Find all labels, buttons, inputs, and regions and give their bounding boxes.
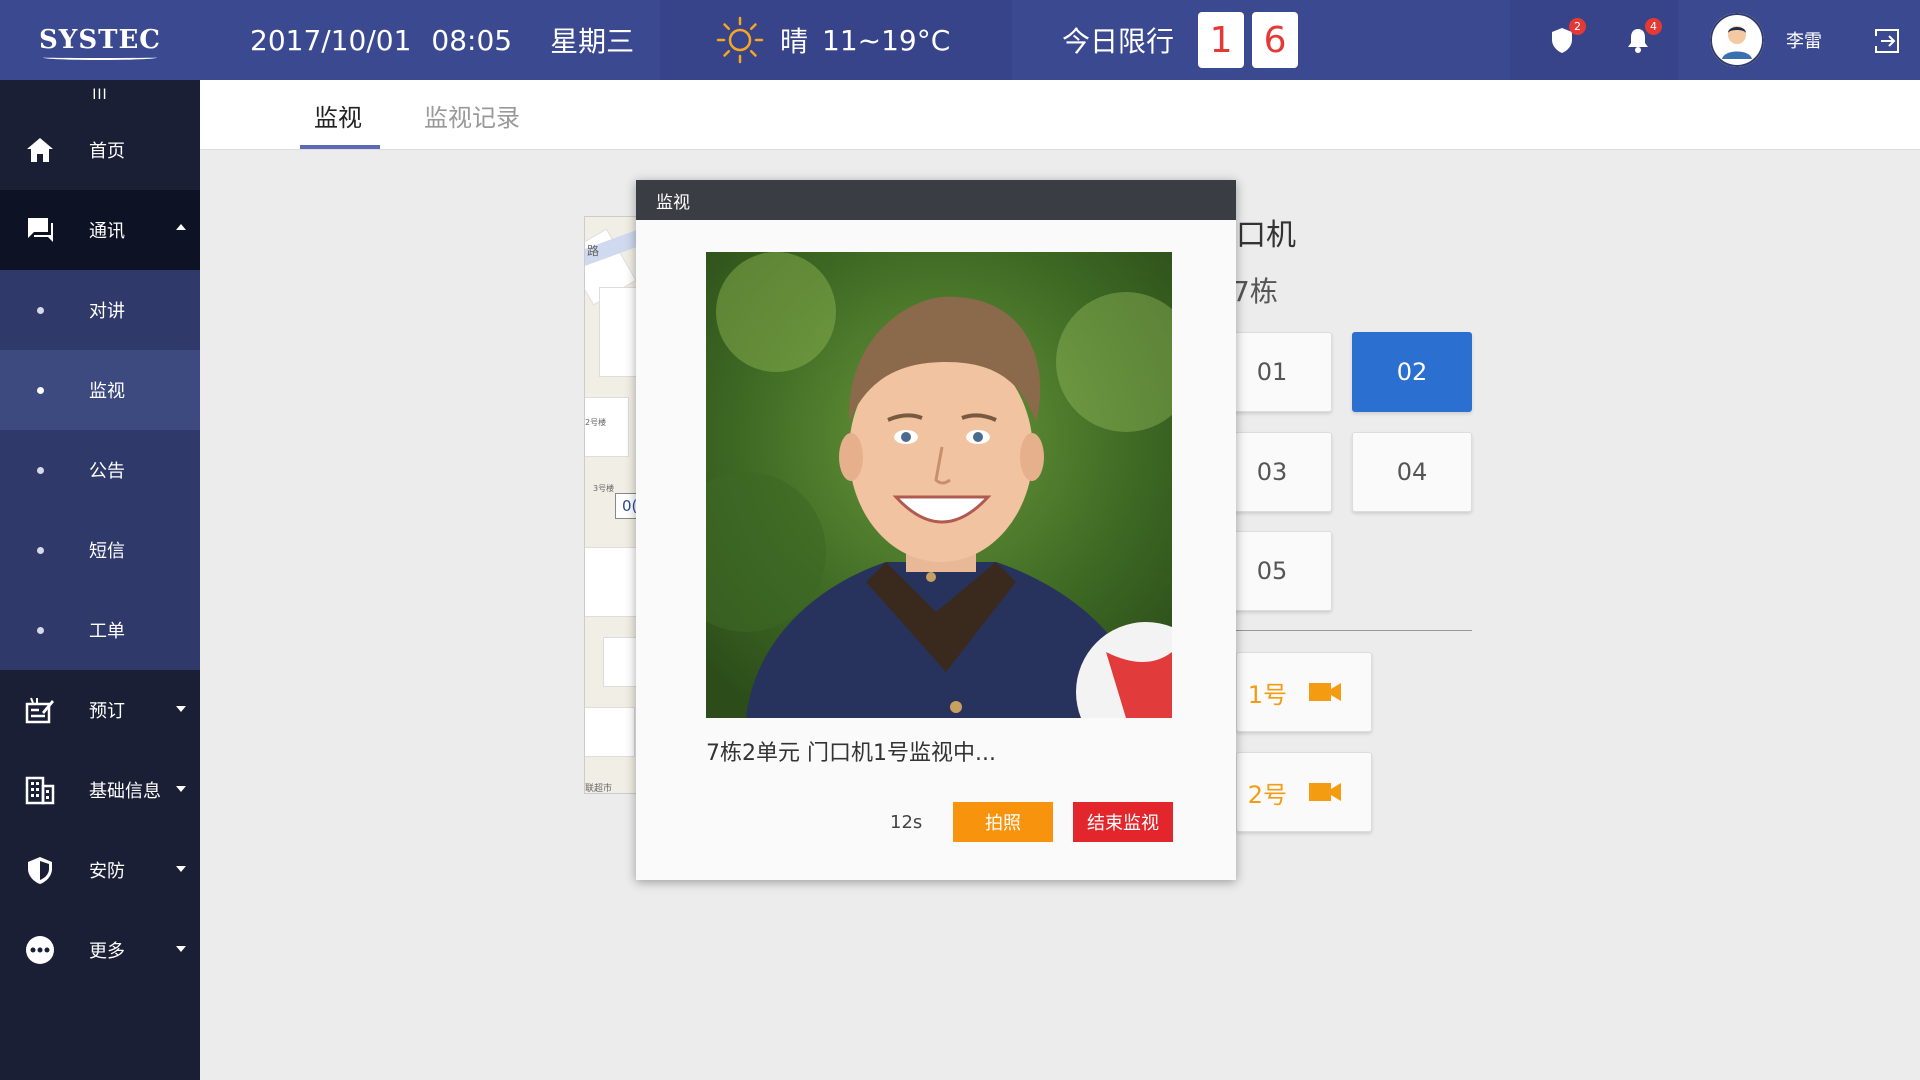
- user-avatar-icon: [1710, 13, 1764, 67]
- limit-digit: 6: [1252, 12, 1299, 68]
- map-footer-label: 联超市: [585, 784, 613, 794]
- monitor-timer: 12s: [890, 812, 923, 833]
- user-area: 李雷: [1678, 0, 1920, 80]
- building-subtitle: 7栋: [1232, 275, 1278, 308]
- monitor-status: 7栋2单元 门口机1号监视中...: [706, 741, 996, 766]
- sun-icon: [716, 16, 764, 64]
- sidebar-item-label: 短信: [89, 541, 125, 562]
- date: 2017/10/01: [250, 23, 412, 57]
- sidebar-item-label: 更多: [89, 941, 125, 962]
- bullet-icon: [37, 306, 44, 314]
- unit-button[interactable]: 02: [1352, 332, 1472, 412]
- sidebar-item-label: 通讯: [89, 221, 125, 242]
- time: 08:05: [431, 23, 513, 57]
- video-camera-icon: [1309, 783, 1341, 801]
- unit-button[interactable]: 04: [1352, 432, 1472, 512]
- dialog-title: 监视: [636, 180, 1236, 220]
- bullet-icon: [37, 466, 44, 474]
- bullet-icon: [37, 626, 44, 634]
- weather: 晴 11~19°C: [660, 0, 1012, 80]
- map-building: [585, 707, 635, 757]
- camera-button-2[interactable]: 2号: [1236, 752, 1372, 832]
- map-building: [599, 287, 639, 377]
- sidebar-item-sms[interactable]: 短信: [0, 510, 200, 590]
- sidebar-item-communication[interactable]: 通讯: [0, 190, 200, 270]
- temperature: 11~19°C: [822, 23, 951, 57]
- limit-digit: 1: [1198, 12, 1245, 68]
- logo: SYSTEC: [0, 0, 200, 80]
- device-title: 口机: [1236, 218, 1296, 253]
- alert-badge: 2: [1569, 18, 1586, 35]
- sidebar: III 首页 通讯 对讲 监视 公告 短信 工单 预订 基础信息 安防 更多: [0, 80, 200, 1080]
- bullet-icon: [37, 386, 44, 394]
- sidebar-item-label: 工单: [89, 621, 125, 642]
- building-icon: [25, 776, 55, 805]
- sidebar-item-monitor[interactable]: 监视: [0, 350, 200, 430]
- sidebar-item-security[interactable]: 安防: [0, 830, 200, 910]
- sidebar-item-announcement[interactable]: 公告: [0, 430, 200, 510]
- sidebar-item-label: 安防: [89, 861, 125, 882]
- chevron-down-icon: [176, 946, 186, 952]
- camera-button-1[interactable]: 1号: [1236, 652, 1372, 732]
- video-feed: [706, 252, 1172, 718]
- sidebar-item-label: 对讲: [89, 301, 125, 322]
- logo-text: SYSTEC: [39, 25, 161, 60]
- sidebar-item-label: 公告: [89, 461, 125, 482]
- username: 李雷: [1786, 31, 1822, 52]
- chevron-down-icon: [176, 706, 186, 712]
- sidebar-item-more[interactable]: 更多: [0, 910, 200, 990]
- chat-icon: [28, 218, 53, 242]
- map-panel[interactable]: 路 2号楼 3号楼 0( 联超市: [584, 216, 644, 794]
- tab-monitor-records[interactable]: 监视记录: [424, 80, 520, 150]
- weather-text: 晴: [780, 25, 809, 58]
- video-frame-image: [706, 252, 1172, 718]
- alert-button[interactable]: 2: [1544, 18, 1586, 58]
- sidebar-item-label: 监视: [89, 381, 125, 402]
- home-icon: [27, 138, 53, 162]
- notification-button[interactable]: 4: [1620, 18, 1662, 58]
- sidebar-item-workorder[interactable]: 工单: [0, 590, 200, 670]
- datetime: 2017/10/01 08:05 星期三: [200, 0, 660, 80]
- chevron-down-icon: [176, 866, 186, 872]
- camera-label: 1号: [1247, 680, 1287, 709]
- booking-icon: [25, 697, 54, 724]
- panel-divider: [1236, 630, 1472, 631]
- monitor-dialog: 监视 7栋2单元 门口机1号监视中... 12s 拍照 结束监视: [636, 180, 1236, 880]
- avatar[interactable]: [1710, 13, 1764, 67]
- sidebar-collapse-button[interactable]: III: [0, 80, 200, 110]
- logout-button[interactable]: [1872, 26, 1902, 56]
- sidebar-item-booking[interactable]: 预订: [0, 670, 200, 750]
- map-building-label: 2号楼: [585, 418, 607, 427]
- traffic-limit: 今日限行 1 6: [1012, 0, 1510, 80]
- shield-icon: [28, 857, 52, 884]
- more-icon: [26, 936, 54, 964]
- sidebar-item-label: 基础信息: [89, 781, 161, 802]
- map-building: [585, 547, 639, 617]
- header-icons: 2 4: [1510, 0, 1678, 80]
- camera-label: 2号: [1247, 780, 1287, 809]
- take-photo-button[interactable]: 拍照: [953, 802, 1053, 842]
- chevron-down-icon: [176, 786, 186, 792]
- notification-badge: 4: [1645, 18, 1662, 35]
- limit-label: 今日限行: [1062, 25, 1175, 58]
- sidebar-item-home[interactable]: 首页: [0, 110, 200, 190]
- top-header: SYSTEC 2017/10/01 08:05 星期三 晴 11~19°C 今日…: [0, 0, 1920, 80]
- logout-icon: [1874, 29, 1899, 53]
- stop-monitor-button[interactable]: 结束监视: [1073, 802, 1173, 842]
- map-road-label: 路: [587, 244, 600, 258]
- sidebar-item-label: 首页: [89, 141, 125, 162]
- video-camera-icon: [1309, 683, 1341, 701]
- weekday: 星期三: [550, 25, 635, 58]
- map-building-label: 3号楼: [593, 484, 615, 493]
- active-tab-indicator: [300, 145, 380, 149]
- tab-monitor[interactable]: 监视: [314, 80, 362, 150]
- chevron-up-icon: [176, 224, 186, 230]
- sidebar-item-label: 预订: [89, 701, 125, 722]
- sidebar-item-basic-info[interactable]: 基础信息: [0, 750, 200, 830]
- sidebar-subnav: 对讲 监视 公告 短信 工单: [0, 270, 200, 670]
- tab-bar: 监视 监视记录: [200, 80, 1920, 150]
- sidebar-item-intercom[interactable]: 对讲: [0, 270, 200, 350]
- bullet-icon: [37, 546, 44, 554]
